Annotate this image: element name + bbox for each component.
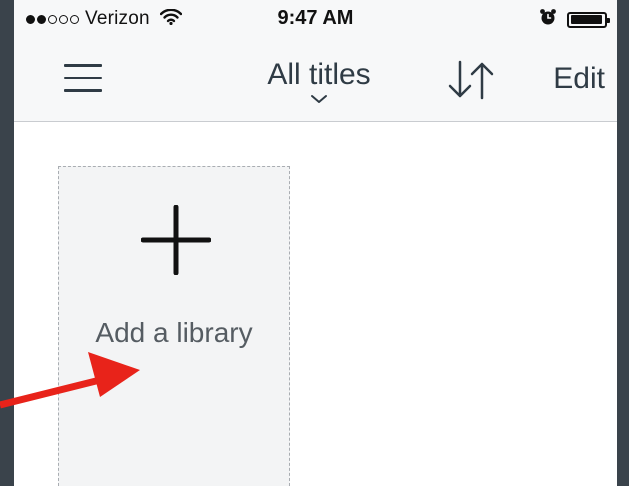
alarm-icon: [539, 8, 557, 31]
status-right: [539, 8, 610, 31]
phone-screen: Verizon 9:47 AM All titles Edit Add a li…: [14, 0, 617, 486]
add-library-button[interactable]: Add a library: [58, 166, 290, 486]
chevron-down-icon: [311, 95, 327, 103]
navigation-bar: All titles Edit: [14, 40, 617, 122]
hamburger-menu-icon[interactable]: [64, 64, 104, 98]
library-filter-dropdown[interactable]: All titles: [254, 60, 384, 104]
edit-button[interactable]: Edit: [553, 64, 605, 94]
battery-level: [570, 15, 602, 24]
battery-icon: [567, 11, 610, 28]
status-time: 9:47 AM: [277, 7, 354, 29]
status-bar: Verizon 9:47 AM: [14, 0, 617, 40]
add-library-label: Add a library: [95, 317, 253, 348]
nav-title: All titles: [267, 58, 371, 91]
library-content: Add a library: [14, 122, 617, 486]
plus-icon: [141, 205, 211, 275]
sort-arrows-icon[interactable]: [444, 58, 498, 102]
